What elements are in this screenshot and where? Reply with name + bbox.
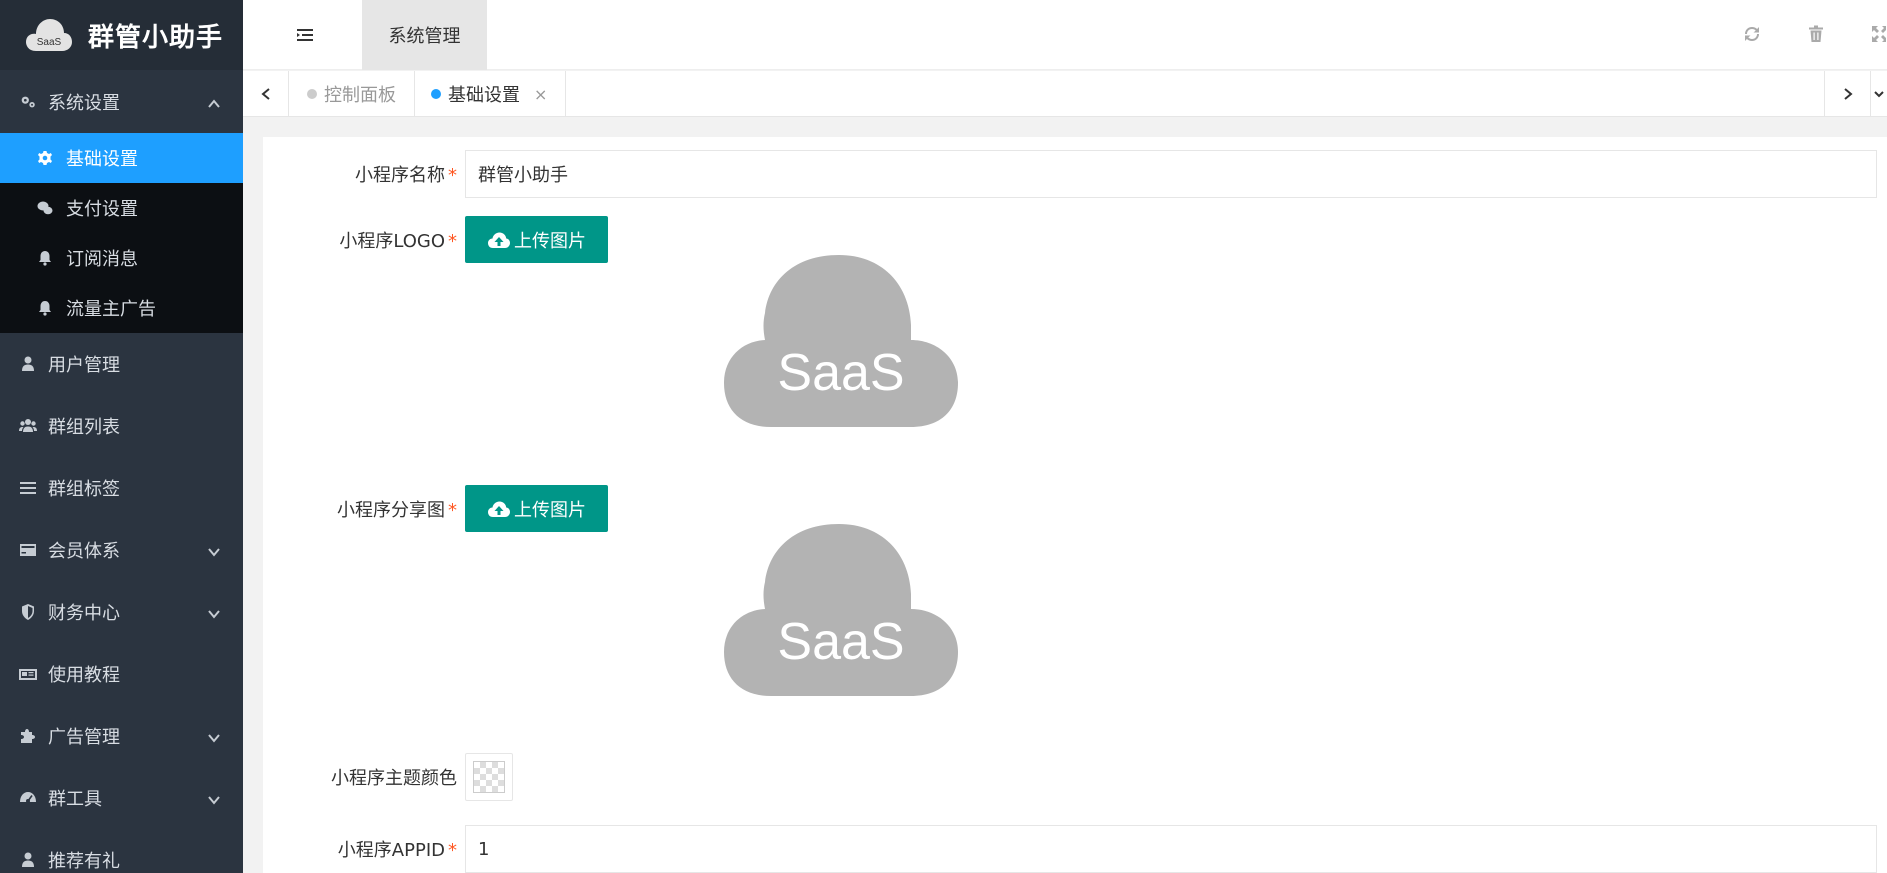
sidebar-item-label: 群组标签 xyxy=(48,479,120,500)
app-title: 群管小助手 xyxy=(88,22,224,53)
sidebar-item-label: 广告管理 xyxy=(48,727,120,748)
settings-form: 小程序名称 * 群管小助手 小程序LOGO * 上传图片 SaaS 小程序分享图 * … xyxy=(263,137,1887,873)
sidebar-group-label: 系统设置 xyxy=(48,92,120,114)
tab-scroll-right-button[interactable] xyxy=(1824,71,1870,117)
tab-basic-settings[interactable]: 基础设置 × xyxy=(413,71,567,117)
upload-logo-button[interactable]: 上传图片 xyxy=(465,216,608,263)
sidebar-item-referral[interactable]: 推荐有礼 xyxy=(0,829,243,873)
svg-text:SaaS: SaaS xyxy=(777,344,904,402)
card-icon xyxy=(18,540,38,560)
tab-dot xyxy=(307,89,317,99)
newspaper-icon xyxy=(18,664,38,684)
field-label: 小程序LOGO * xyxy=(339,230,457,252)
tab-scroll-left-button[interactable] xyxy=(243,71,289,117)
cloud-logo-icon: SaaS xyxy=(24,17,74,53)
shield-icon xyxy=(18,602,38,622)
sidebar-item-label: 基础设置 xyxy=(66,149,138,170)
bell-icon xyxy=(36,299,54,317)
users-icon xyxy=(18,416,38,436)
sidebar-group-system-settings[interactable]: 系统设置 xyxy=(0,70,243,133)
form-row-app-name: 小程序名称 * 群管小助手 xyxy=(263,150,1877,198)
wechat-icon xyxy=(36,199,54,217)
bell-icon xyxy=(36,249,54,267)
user-icon xyxy=(18,354,38,374)
chevron-down-icon xyxy=(207,729,221,743)
chevron-up-icon xyxy=(207,95,221,109)
form-row-share-image: 小程序分享图 * 上传图片 xyxy=(263,485,608,532)
sidebar-item-label: 流量主广告 xyxy=(66,299,156,320)
tab-bar: 控制面板 基础设置 × xyxy=(243,71,1887,117)
field-label: 小程序APPID * xyxy=(337,840,457,861)
sidebar-item-subscribe-message[interactable]: 订阅消息 xyxy=(0,233,243,283)
sidebar-item-basic-settings[interactable]: 基础设置 xyxy=(0,133,243,183)
sidebar-item-group-list[interactable]: 群组列表 xyxy=(0,395,243,457)
sidebar-item-label: 使用教程 xyxy=(48,665,120,686)
gears-icon xyxy=(18,92,38,112)
tab-label: 基础设置 xyxy=(448,85,520,106)
sidebar-item-label: 推荐有礼 xyxy=(48,851,120,872)
fullscreen-icon[interactable] xyxy=(1870,24,1886,44)
tab-more-button[interactable] xyxy=(1870,71,1886,117)
sidebar-item-membership[interactable]: 会员体系 xyxy=(0,519,243,581)
refresh-icon[interactable] xyxy=(1742,24,1762,44)
sidebar-item-group-tools[interactable]: 群工具 xyxy=(0,767,243,829)
sidebar-item-label: 群组列表 xyxy=(48,417,120,438)
sidebar-item-tutorial[interactable]: 使用教程 xyxy=(0,643,243,705)
top-header: 系统管理 xyxy=(243,0,1887,70)
sidebar-item-ad-management[interactable]: 广告管理 xyxy=(0,705,243,767)
appid-input[interactable]: 1 xyxy=(465,825,1877,873)
logo-area[interactable]: SaaS 群管小助手 xyxy=(0,0,243,70)
sidebar-item-label: 财务中心 xyxy=(48,603,120,624)
field-label: 小程序名称 * xyxy=(355,165,457,186)
user-icon xyxy=(18,850,38,870)
app-name-input[interactable]: 群管小助手 xyxy=(465,150,1877,198)
tab-dot xyxy=(431,89,441,99)
svg-text:SaaS: SaaS xyxy=(37,37,62,48)
sidebar-item-group-tags[interactable]: 群组标签 xyxy=(0,457,243,519)
list-icon xyxy=(18,478,38,498)
field-label: 小程序主题颜色 xyxy=(331,768,457,789)
menu-toggle-icon[interactable] xyxy=(295,25,315,45)
color-swatch xyxy=(473,761,505,793)
sidebar-item-label: 会员体系 xyxy=(48,541,120,562)
sidebar-item-label: 用户管理 xyxy=(48,355,120,376)
sidebar-item-user-management[interactable]: 用户管理 xyxy=(0,333,243,395)
chevron-down-icon xyxy=(207,791,221,805)
chevron-left-icon xyxy=(260,88,270,100)
dashboard-icon xyxy=(18,788,38,808)
sidebar-item-label: 群工具 xyxy=(48,789,102,810)
cloud-upload-icon xyxy=(488,232,510,248)
submenu-system-settings: 基础设置 支付设置 订阅消息 流量主广告 xyxy=(0,133,243,333)
tab-dashboard[interactable]: 控制面板 xyxy=(289,71,415,117)
form-row-app-logo: 小程序LOGO * 上传图片 xyxy=(263,216,608,263)
chevron-down-icon xyxy=(207,543,221,557)
sidebar-item-traffic-ads[interactable]: 流量主广告 xyxy=(0,283,243,333)
header-tab-system-management[interactable]: 系统管理 xyxy=(362,0,487,70)
tab-label: 控制面板 xyxy=(324,85,396,106)
sidebar-item-label: 订阅消息 xyxy=(66,249,138,270)
form-row-appid: 小程序APPID * 1 xyxy=(263,825,1877,873)
chevron-down-icon xyxy=(1873,91,1884,98)
chevron-right-icon xyxy=(1843,88,1853,100)
sidebar-item-label: 支付设置 xyxy=(66,199,138,220)
field-label: 小程序分享图 * xyxy=(337,499,457,521)
sidebar-item-payment-settings[interactable]: 支付设置 xyxy=(0,183,243,233)
chevron-down-icon xyxy=(207,605,221,619)
upload-share-image-button[interactable]: 上传图片 xyxy=(465,485,608,532)
theme-color-picker[interactable] xyxy=(465,753,513,801)
form-row-theme-color: 小程序主题颜色 xyxy=(263,753,513,801)
cloud-upload-icon xyxy=(488,501,510,517)
trash-icon[interactable] xyxy=(1806,24,1826,44)
puzzle-icon xyxy=(18,726,38,746)
svg-text:SaaS: SaaS xyxy=(777,613,904,671)
sidebar: SaaS 群管小助手 系统设置 基础设置 支付设置 订阅消息 流量主广告 用户管… xyxy=(0,0,243,873)
share-preview-image: SaaS xyxy=(721,524,961,699)
sidebar-item-finance[interactable]: 财务中心 xyxy=(0,581,243,643)
gear-icon xyxy=(36,149,54,167)
logo-preview-image: SaaS xyxy=(721,255,961,430)
tab-close-icon[interactable]: × xyxy=(534,85,547,104)
